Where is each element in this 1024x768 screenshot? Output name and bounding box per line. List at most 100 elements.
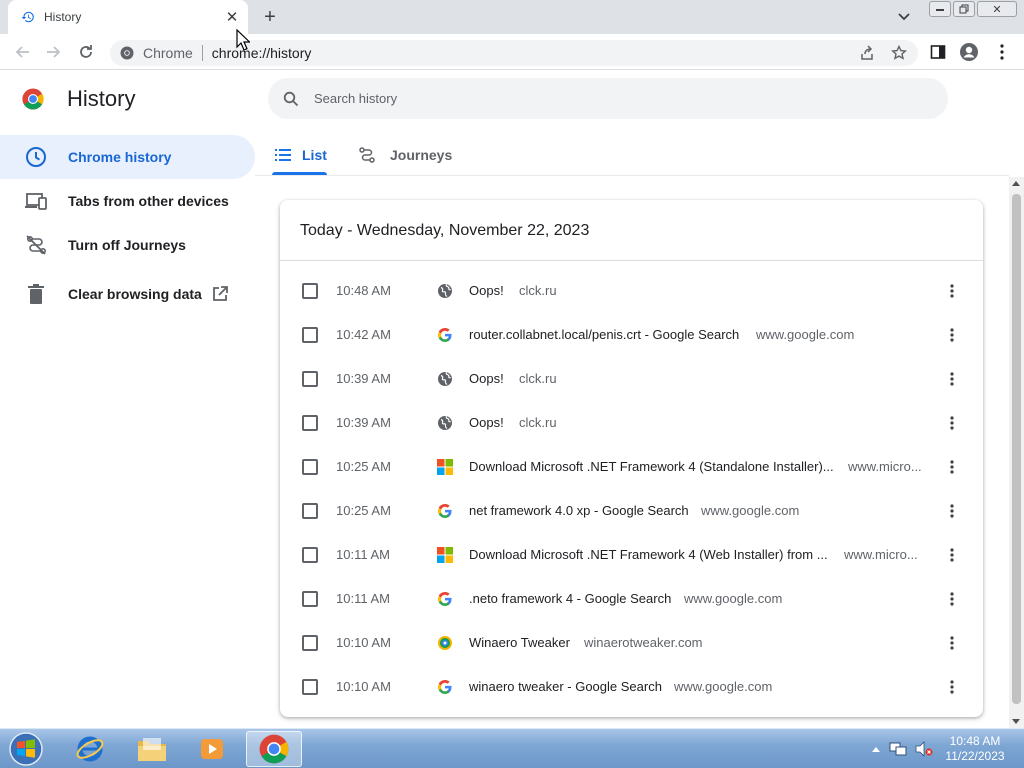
tab-journeys-label: Journeys — [390, 147, 453, 163]
row-domain[interactable]: www.google.com — [756, 327, 854, 342]
more-vert-menu-icon[interactable] — [990, 40, 1014, 64]
history-row[interactable]: 10:39 AM Oops! clck.ru — [280, 357, 983, 401]
window-minimize-button[interactable] — [929, 1, 951, 17]
chrome-taskbar-icon[interactable] — [246, 731, 302, 767]
browser-tab-history[interactable]: History ✕ — [8, 0, 248, 34]
sidebar-item-label: Turn off Journeys — [68, 237, 186, 253]
devices-icon — [24, 189, 48, 213]
row-title-link[interactable]: net framework 4.0 xp - Google Search — [469, 503, 689, 518]
row-title-link[interactable]: router.collabnet.local/penis.crt - Googl… — [469, 327, 739, 342]
more-actions-icon[interactable] — [942, 281, 962, 301]
history-row[interactable]: 10:39 AM Oops! clck.ru — [280, 401, 983, 445]
more-actions-icon[interactable] — [942, 501, 962, 521]
history-row[interactable]: 10:11 AM Download Microsoft .NET Framewor… — [280, 533, 983, 577]
share-icon[interactable] — [856, 42, 878, 64]
row-title-link[interactable]: Oops! — [469, 283, 504, 298]
more-actions-icon[interactable] — [942, 545, 962, 565]
search-history-field[interactable]: Search history — [268, 78, 948, 119]
more-actions-icon[interactable] — [942, 589, 962, 609]
row-domain[interactable]: www.google.com — [674, 679, 772, 694]
back-arrow-icon[interactable] — [10, 40, 34, 64]
history-row[interactable]: 10:25 AM Download Microsoft .NET Framewor… — [280, 445, 983, 489]
tabs-divider — [255, 175, 1009, 176]
row-domain[interactable]: www.google.com — [701, 503, 799, 518]
history-row[interactable]: 10:48 AM Oops! clck.ru — [280, 269, 983, 313]
row-time: 10:48 AM — [336, 283, 391, 298]
row-checkbox[interactable] — [302, 679, 318, 695]
sidebar-item-turn-off-journeys[interactable]: Turn off Journeys — [0, 223, 255, 267]
history-row[interactable]: 10:11 AM .neto framework 4 - Google Searc… — [280, 577, 983, 621]
reload-icon[interactable] — [74, 40, 98, 64]
row-title-link[interactable]: winaero tweaker - Google Search — [469, 679, 662, 694]
history-row[interactable]: 10:25 AM net framework 4.0 xp - Google Se… — [280, 489, 983, 533]
internet-explorer-icon[interactable] — [62, 731, 118, 767]
close-tab-icon[interactable]: ✕ — [222, 7, 242, 27]
side-panel-icon[interactable] — [926, 40, 950, 64]
more-actions-icon[interactable] — [942, 413, 962, 433]
volume-muted-icon[interactable] — [914, 741, 934, 757]
profile-avatar-icon[interactable] — [957, 40, 981, 64]
microsoft-icon — [437, 547, 453, 563]
sidebar-item-tabs-from-other-devices[interactable]: Tabs from other devices — [0, 179, 255, 223]
row-title-link[interactable]: Oops! — [469, 371, 504, 386]
more-actions-icon[interactable] — [942, 677, 962, 697]
chrome-logo-icon — [22, 88, 44, 110]
window-close-button[interactable]: ✕ — [977, 1, 1017, 17]
row-domain[interactable]: clck.ru — [519, 371, 557, 386]
more-actions-icon[interactable] — [942, 457, 962, 477]
row-checkbox[interactable] — [302, 415, 318, 431]
scroll-down-arrow-icon[interactable] — [1012, 719, 1020, 724]
row-checkbox[interactable] — [302, 591, 318, 607]
globe-icon — [437, 371, 453, 387]
row-domain[interactable]: winaerotweaker.com — [584, 635, 703, 650]
row-time: 10:11 AM — [336, 591, 390, 606]
scrollbar-thumb[interactable] — [1012, 194, 1021, 704]
window-restore-button[interactable] — [953, 1, 975, 17]
row-checkbox[interactable] — [302, 635, 318, 651]
more-actions-icon[interactable] — [942, 325, 962, 345]
new-tab-button[interactable]: + — [258, 5, 282, 29]
start-button[interactable] — [6, 731, 46, 767]
page-scrollbar[interactable] — [1009, 177, 1024, 728]
row-title-link[interactable]: Download Microsoft .NET Framework 4 (Web… — [469, 547, 828, 562]
tab-list[interactable]: List — [272, 135, 327, 175]
show-hidden-icons-icon[interactable] — [870, 746, 882, 752]
history-row[interactable]: 10:10 AM winaero tweaker - Google Search w… — [280, 665, 983, 709]
row-title-link[interactable]: Download Microsoft .NET Framework 4 (Sta… — [469, 459, 834, 474]
tab-journeys[interactable]: Journeys — [358, 135, 458, 175]
taskbar-clock[interactable]: 10:48 AM 11/22/2023 — [940, 734, 1010, 764]
history-row[interactable]: 10:42 AM router.collabnet.local/penis.crt… — [280, 313, 983, 357]
history-row[interactable]: 10:10 AM Winaero Tweaker winaerotweaker.co… — [280, 621, 983, 665]
bookmark-star-icon[interactable] — [888, 42, 910, 64]
row-checkbox[interactable] — [302, 283, 318, 299]
network-icon[interactable] — [888, 741, 908, 757]
google-icon — [437, 679, 453, 695]
forward-arrow-icon[interactable] — [42, 40, 66, 64]
row-domain[interactable]: www.google.com — [684, 591, 782, 606]
row-checkbox[interactable] — [302, 327, 318, 343]
row-title-link[interactable]: .neto framework 4 - Google Search — [469, 591, 671, 606]
address-bar[interactable]: Chrome chrome://history — [110, 40, 918, 66]
row-title-link[interactable]: Oops! — [469, 415, 504, 430]
row-checkbox[interactable] — [302, 503, 318, 519]
sidebar-item-chrome-history[interactable]: Chrome history — [0, 135, 255, 179]
row-domain[interactable]: www.micro... — [844, 547, 918, 562]
row-title-link[interactable]: Winaero Tweaker — [469, 635, 570, 650]
winaero-icon — [437, 635, 453, 651]
tab-search-chevron-icon[interactable] — [893, 7, 915, 27]
row-checkbox[interactable] — [302, 371, 318, 387]
media-player-icon[interactable] — [184, 731, 240, 767]
more-actions-icon[interactable] — [942, 633, 962, 653]
row-domain[interactable]: clck.ru — [519, 415, 557, 430]
file-explorer-icon[interactable] — [124, 731, 180, 767]
globe-icon — [437, 415, 453, 431]
more-actions-icon[interactable] — [942, 369, 962, 389]
omnibox-url[interactable]: chrome://history — [212, 45, 312, 61]
sidebar-item-clear-browsing-data[interactable]: Clear browsing data — [0, 272, 255, 316]
row-checkbox[interactable] — [302, 459, 318, 475]
row-domain[interactable]: www.micro... — [848, 459, 922, 474]
row-domain[interactable]: clck.ru — [519, 283, 557, 298]
scroll-up-arrow-icon[interactable] — [1012, 181, 1020, 186]
omnibox-chip: Chrome — [143, 45, 193, 61]
row-checkbox[interactable] — [302, 547, 318, 563]
